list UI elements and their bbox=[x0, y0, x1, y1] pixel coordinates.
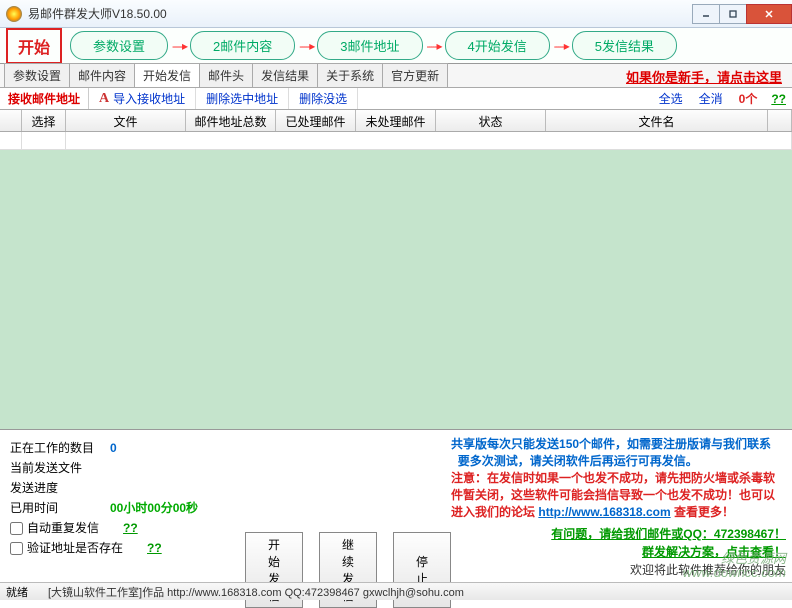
table-header: 选择 文件 邮件地址总数 已处理邮件 未处理邮件 状态 文件名 bbox=[0, 110, 792, 132]
arrow-icon: -----▸ bbox=[427, 39, 441, 53]
col-unprocessed[interactable]: 未处理邮件 bbox=[356, 110, 436, 131]
status-ready: 就绪 bbox=[6, 584, 48, 600]
bottom-panel: 正在工作的数目0 当前发送文件 发送进度 已用时间00小时00分00秒 自动重复… bbox=[0, 432, 792, 582]
col-filename[interactable]: 文件名 bbox=[546, 110, 768, 131]
toolbar-header: 接收邮件地址 bbox=[0, 88, 89, 109]
current-file-label: 当前发送文件 bbox=[10, 458, 110, 478]
tab-start-send[interactable]: 开始发信 bbox=[134, 63, 200, 87]
window-controls bbox=[693, 4, 792, 24]
working-label: 正在工作的数目 bbox=[10, 438, 110, 458]
status-bar: 就绪 [大镜山软件工作室]作品 http://www.168318.com QQ… bbox=[0, 582, 792, 600]
elapsed-value: 00小时00分00秒 bbox=[110, 498, 198, 518]
arrow-icon: -----▸ bbox=[299, 39, 313, 53]
col-file[interactable]: 文件 bbox=[66, 110, 186, 131]
address-count: 0个 bbox=[731, 90, 766, 107]
tab-about[interactable]: 关于系统 bbox=[317, 63, 383, 87]
tab-headers[interactable]: 邮件头 bbox=[199, 63, 253, 87]
notice-text: 共享版每次只能发送150个邮件，如需要注册版请与我们联系 要多次测试，请关闭软件… bbox=[451, 436, 786, 470]
maximize-button[interactable] bbox=[719, 4, 747, 24]
import-label: 导入接收地址 bbox=[113, 90, 185, 107]
contact-link[interactable]: 有问题，请给我们邮件或QQ：472398467！ bbox=[451, 525, 786, 543]
step-2[interactable]: 2邮件内容 bbox=[190, 31, 295, 60]
action-pane: 开始发信 继续发信 停止 bbox=[235, 432, 451, 582]
col-total[interactable]: 邮件地址总数 bbox=[186, 110, 276, 131]
tab-strip: 参数设置 邮件内容 开始发信 邮件头 发信结果 关于系统 官方更新 如果你是新手… bbox=[0, 64, 792, 88]
title-bar: 易邮件群发大师V18.50.00 bbox=[0, 0, 792, 28]
col-blank bbox=[0, 110, 22, 131]
help-icon[interactable]: ?? bbox=[147, 538, 162, 558]
status-credit: [大镜山软件工作室]作品 http://www.168318.com QQ:47… bbox=[48, 584, 786, 600]
import-address-button[interactable]: A导入接收地址 bbox=[89, 88, 196, 109]
col-processed[interactable]: 已处理邮件 bbox=[276, 110, 356, 131]
newbie-link[interactable]: 如果你是新手，请点击这里 bbox=[626, 67, 782, 86]
start-label: 开始 bbox=[6, 28, 62, 64]
tab-update[interactable]: 官方更新 bbox=[382, 63, 448, 87]
step-3[interactable]: 3邮件地址 bbox=[317, 31, 422, 60]
delete-selected-button[interactable]: 删除选中地址 bbox=[196, 88, 289, 109]
working-value: 0 bbox=[110, 438, 117, 458]
auto-resend-input[interactable] bbox=[10, 522, 23, 535]
clear-all-link[interactable]: 全消 bbox=[691, 90, 731, 107]
tab-content[interactable]: 邮件内容 bbox=[69, 63, 135, 87]
forum-link[interactable]: http://www.168318.com bbox=[538, 505, 670, 519]
step-4[interactable]: 4开始发信 bbox=[445, 31, 550, 60]
delete-unselected-button[interactable]: 删除没选 bbox=[289, 88, 358, 109]
table-body[interactable] bbox=[0, 132, 792, 430]
step-bar: 开始 参数设置 -----▸ 2邮件内容 -----▸ 3邮件地址 -----▸… bbox=[0, 28, 792, 64]
help-link[interactable]: ?? bbox=[765, 92, 792, 106]
address-toolbar: 接收邮件地址 A导入接收地址 删除选中地址 删除没选 全选 全消 0个 ?? bbox=[0, 88, 792, 110]
step-5[interactable]: 5发信结果 bbox=[572, 31, 677, 60]
col-scroll bbox=[768, 110, 792, 131]
table-row[interactable] bbox=[0, 132, 792, 150]
step-1[interactable]: 参数设置 bbox=[70, 31, 168, 60]
tab-results[interactable]: 发信结果 bbox=[252, 63, 318, 87]
minimize-button[interactable] bbox=[692, 4, 720, 24]
col-select[interactable]: 选择 bbox=[22, 110, 66, 131]
verify-addr-input[interactable] bbox=[10, 542, 23, 555]
elapsed-label: 已用时间 bbox=[10, 498, 110, 518]
warning-text: 注意：在发信时如果一个也发不成功，请先把防火墙或杀毒软件暂关闭，这些软件可能会挡… bbox=[451, 470, 786, 521]
tab-params[interactable]: 参数设置 bbox=[4, 63, 70, 87]
watermark: 绿色资源网 www.downcc.com bbox=[683, 552, 786, 580]
arrow-icon: -----▸ bbox=[554, 39, 568, 53]
help-icon[interactable]: ?? bbox=[123, 518, 138, 538]
close-button[interactable] bbox=[746, 4, 792, 24]
progress-label: 发送进度 bbox=[10, 478, 110, 498]
verify-addr-checkbox[interactable]: 验证地址是否存在?? bbox=[10, 538, 225, 558]
auto-resend-checkbox[interactable]: 自动重复发信?? bbox=[10, 518, 225, 538]
arrow-icon: -----▸ bbox=[172, 39, 186, 53]
window-title: 易邮件群发大师V18.50.00 bbox=[28, 5, 693, 22]
status-pane: 正在工作的数目0 当前发送文件 发送进度 已用时间00小时00分00秒 自动重复… bbox=[0, 432, 235, 582]
app-icon bbox=[6, 6, 22, 22]
select-all-link[interactable]: 全选 bbox=[651, 90, 691, 107]
letter-a-icon: A bbox=[99, 91, 109, 107]
col-status[interactable]: 状态 bbox=[436, 110, 546, 131]
